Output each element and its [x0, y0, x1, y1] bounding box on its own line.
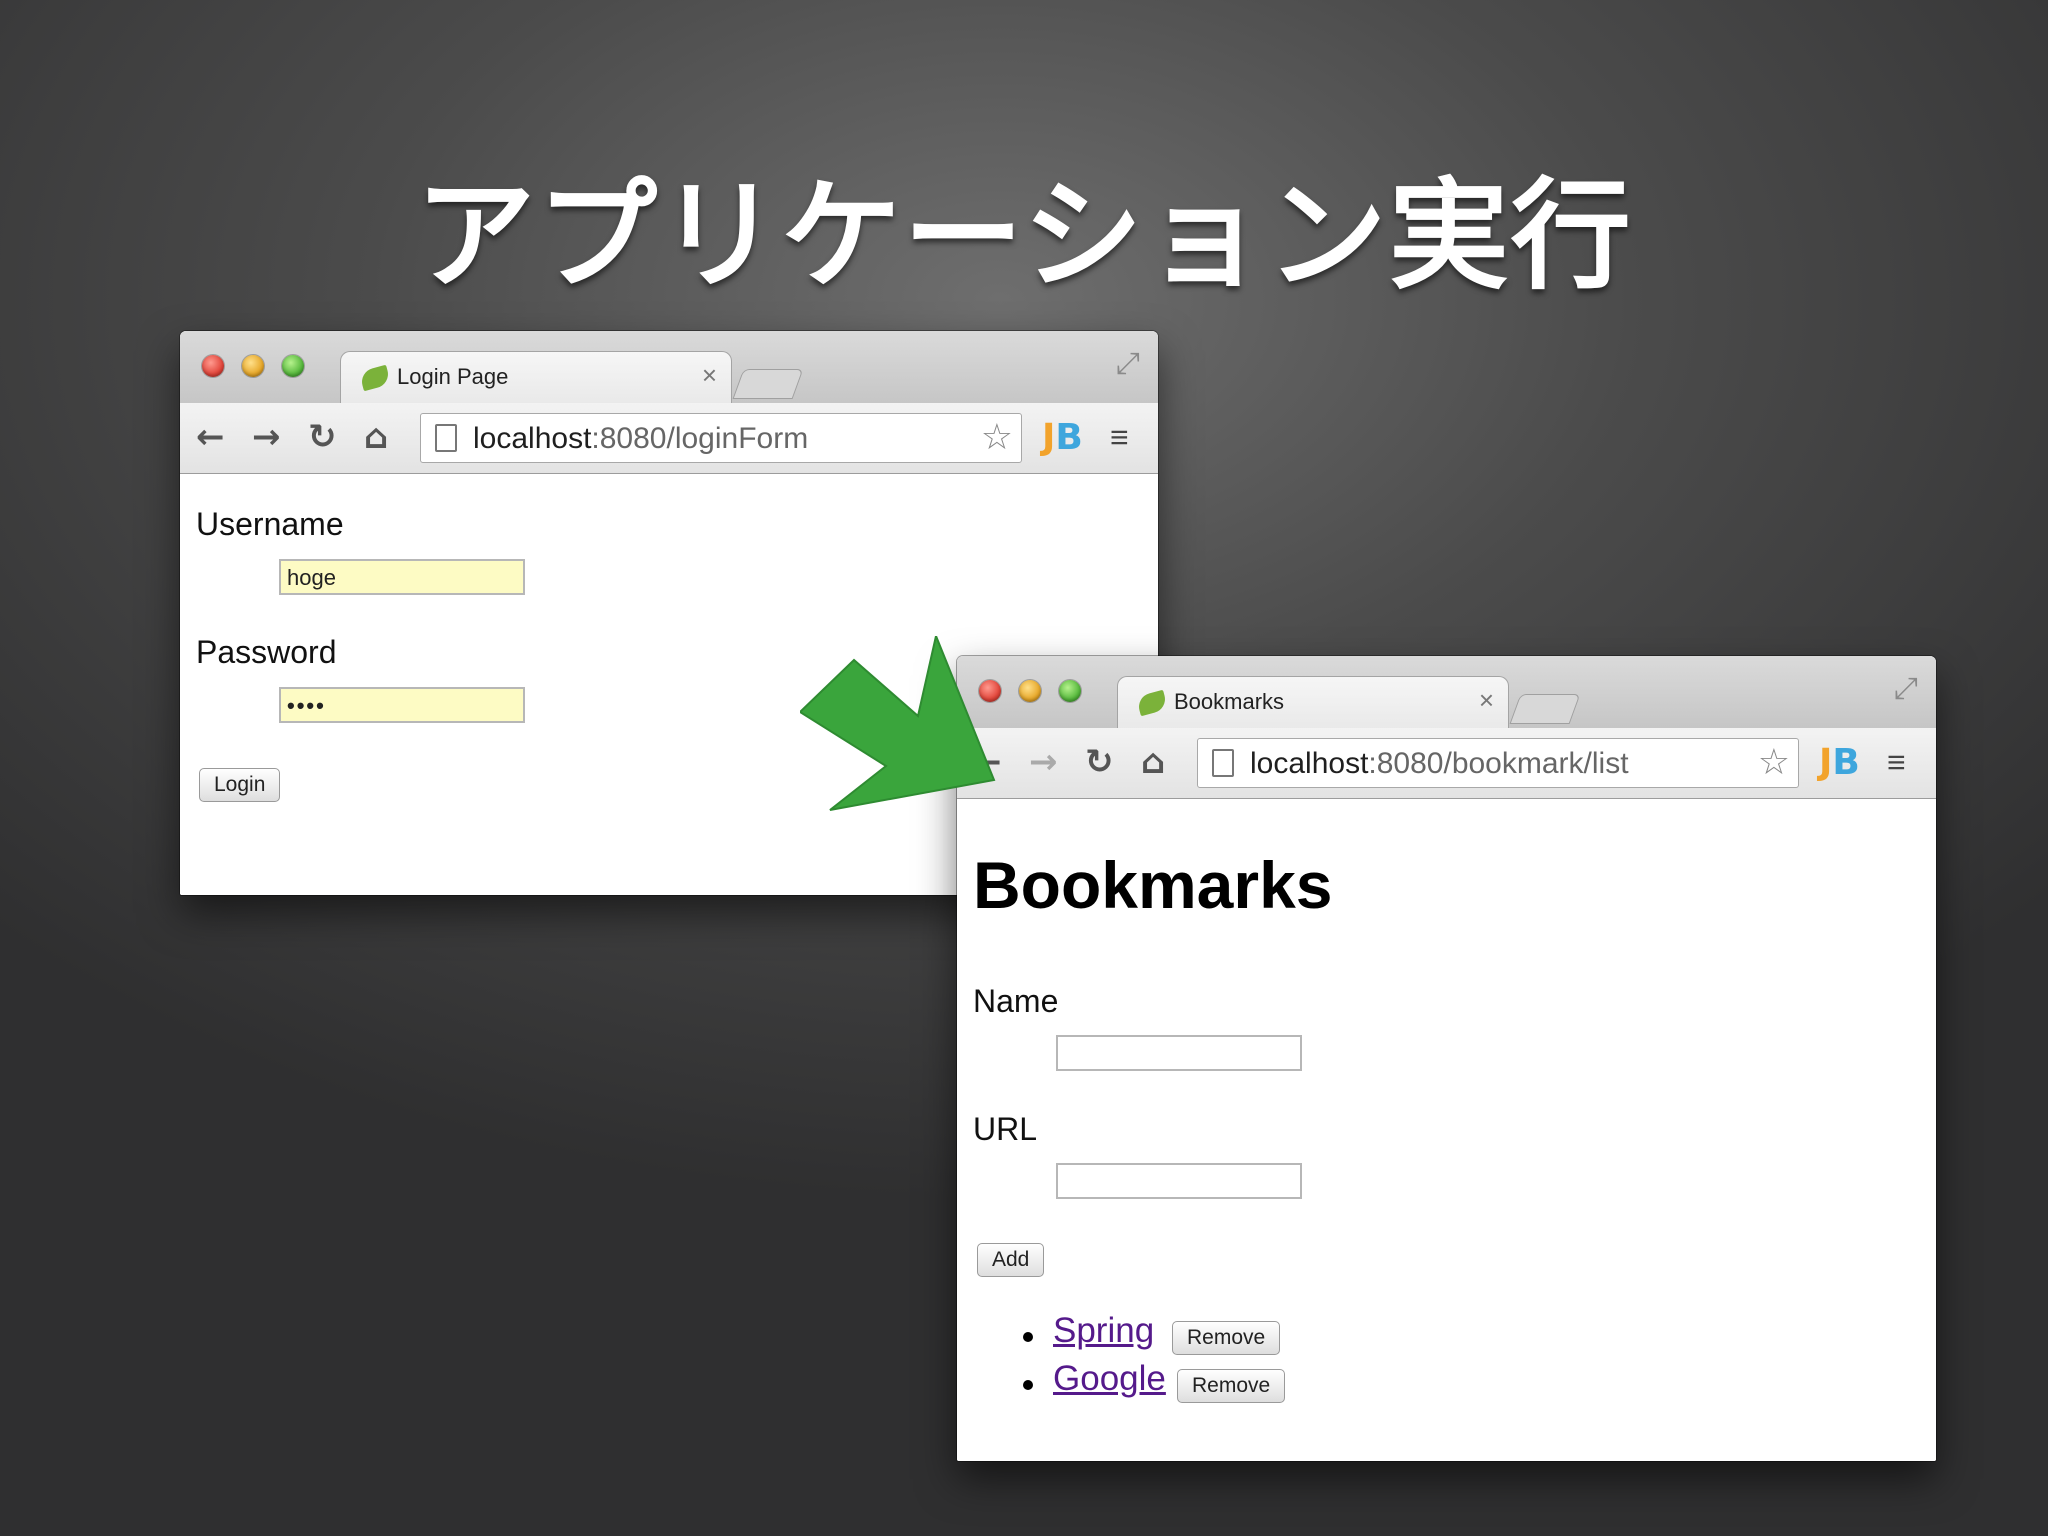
- address-bar[interactable]: localhost:8080/bookmark/list ☆: [1197, 738, 1799, 788]
- password-label: Password: [196, 634, 337, 670]
- minimize-window-button[interactable]: [1019, 680, 1041, 702]
- page-content: Bookmarks Name URL Add Spring Remove Goo…: [957, 799, 1936, 1461]
- page-heading: Bookmarks: [973, 848, 1333, 922]
- reload-icon[interactable]: ↻: [1085, 742, 1114, 782]
- name-label: Name: [973, 983, 1059, 1019]
- login-button[interactable]: Login: [199, 768, 281, 802]
- menu-icon[interactable]: ≡: [1110, 419, 1129, 456]
- forward-icon[interactable]: →: [1029, 742, 1058, 782]
- bookmark-link-google[interactable]: Google: [1053, 1359, 1166, 1399]
- browser-chrome: Bookmarks × ⤢ ← → ↻ ⌂ localhost:8080/boo…: [957, 656, 1936, 799]
- home-icon[interactable]: ⌂: [1141, 742, 1165, 782]
- browser-chrome: Login Page × ⤢ ← → ↻ ⌂ localhost:8080/lo…: [180, 331, 1158, 474]
- transition-arrow-icon: [800, 636, 996, 811]
- tab-login-page[interactable]: Login Page ×: [340, 351, 732, 404]
- back-icon[interactable]: ←: [196, 417, 225, 457]
- username-label: Username: [196, 506, 344, 542]
- jb-extension-icon[interactable]: JB: [1819, 742, 1860, 783]
- home-icon[interactable]: ⌂: [364, 417, 388, 457]
- forward-icon[interactable]: →: [252, 417, 281, 457]
- bookmark-link-spring[interactable]: Spring: [1053, 1311, 1154, 1351]
- tab-bar: Bookmarks × ⤢: [957, 656, 1936, 729]
- zoom-window-button[interactable]: [282, 355, 304, 377]
- zoom-window-button[interactable]: [1059, 680, 1081, 702]
- tab-close-icon[interactable]: ×: [702, 360, 717, 391]
- remove-button-spring[interactable]: Remove: [1172, 1321, 1281, 1355]
- toolbar: ← → ↻ ⌂ localhost:8080/bookmark/list ☆ J…: [957, 728, 1936, 798]
- list-bullet: [1023, 1332, 1033, 1342]
- page-icon: [1212, 749, 1234, 777]
- tab-close-icon[interactable]: ×: [1479, 685, 1494, 716]
- slide-title: アプリケーション実行: [415, 167, 1633, 306]
- fullscreen-icon[interactable]: ⤢: [1894, 672, 1918, 706]
- url-input[interactable]: [1056, 1163, 1302, 1199]
- username-input[interactable]: hoge: [279, 559, 525, 595]
- remove-button-google[interactable]: Remove: [1177, 1369, 1286, 1403]
- toolbar: ← → ↻ ⌂ localhost:8080/loginForm ☆ JB ≡: [180, 403, 1158, 473]
- close-window-button[interactable]: [202, 355, 224, 377]
- new-tab-button[interactable]: [1509, 694, 1581, 724]
- spring-leaf-icon: [1135, 689, 1169, 717]
- password-input[interactable]: ••••: [279, 687, 525, 723]
- url-text: localhost:8080/bookmark/list: [1250, 747, 1629, 780]
- url-text: localhost:8080/loginForm: [473, 422, 809, 455]
- tab-title: Bookmarks: [1174, 689, 1285, 714]
- menu-icon[interactable]: ≡: [1887, 744, 1906, 781]
- list-bullet: [1023, 1380, 1033, 1390]
- spring-leaf-icon: [358, 364, 392, 392]
- tab-title: Login Page: [397, 364, 509, 389]
- bookmarks-browser-window: Bookmarks × ⤢ ← → ↻ ⌂ localhost:8080/boo…: [957, 656, 1936, 1461]
- reload-icon[interactable]: ↻: [308, 417, 337, 457]
- jb-extension-icon[interactable]: JB: [1042, 417, 1083, 458]
- bookmark-star-icon[interactable]: ☆: [1758, 741, 1790, 783]
- add-button[interactable]: Add: [977, 1243, 1045, 1277]
- tab-bookmarks[interactable]: Bookmarks ×: [1117, 676, 1509, 729]
- name-input[interactable]: [1056, 1035, 1302, 1071]
- page-icon: [435, 424, 457, 452]
- address-bar[interactable]: localhost:8080/loginForm ☆: [420, 413, 1022, 463]
- new-tab-button[interactable]: [732, 369, 804, 399]
- minimize-window-button[interactable]: [242, 355, 264, 377]
- url-label: URL: [973, 1111, 1038, 1147]
- bookmark-star-icon[interactable]: ☆: [981, 416, 1013, 458]
- fullscreen-icon[interactable]: ⤢: [1116, 347, 1140, 381]
- tab-bar: Login Page × ⤢: [180, 331, 1158, 404]
